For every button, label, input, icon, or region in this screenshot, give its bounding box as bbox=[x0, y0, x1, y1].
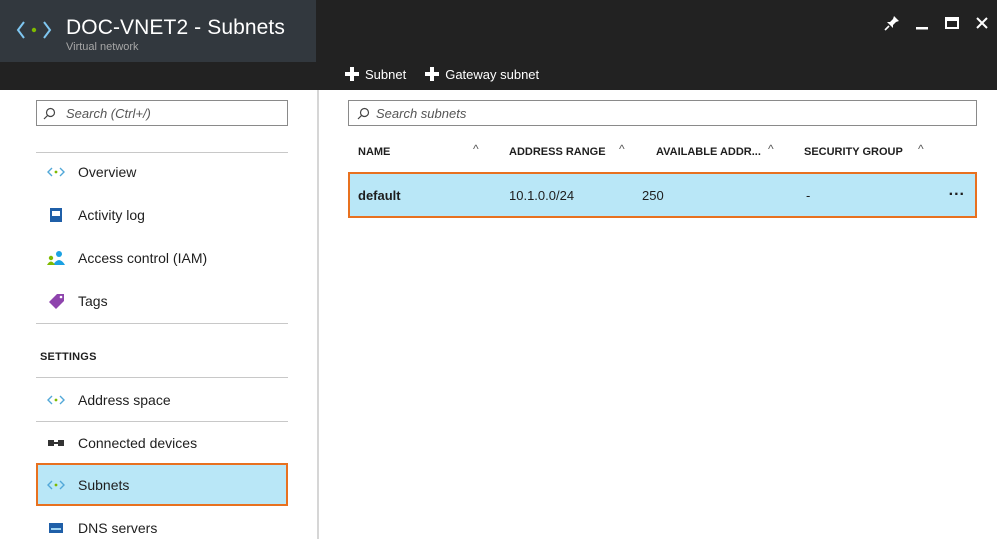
pin-icon[interactable] bbox=[877, 10, 907, 36]
vnet-icon bbox=[46, 390, 66, 410]
window-controls bbox=[877, 10, 997, 36]
add-subnet-button[interactable]: Subnet bbox=[344, 66, 406, 82]
sidebar-item-label: Tags bbox=[78, 293, 108, 309]
maximize-icon[interactable] bbox=[937, 10, 967, 36]
blade-header: DOC-VNET2 - Subnets Virtual network Subn… bbox=[0, 0, 997, 90]
search-icon bbox=[43, 107, 56, 119]
sidebar-item-connected-devices[interactable]: Connected devices bbox=[36, 423, 288, 463]
page-subtitle: Virtual network bbox=[66, 41, 139, 53]
subnets-panel: Search subnets NAME ^ ADDRESS RANGE ^ AV… bbox=[320, 90, 997, 539]
sidebar-item-overview[interactable]: Overview bbox=[36, 152, 288, 192]
settings-section-label: SETTINGS bbox=[40, 351, 97, 363]
sidebar-item-dns-servers[interactable]: DNS servers bbox=[36, 508, 288, 539]
menu-search-input[interactable]: Search (Ctrl+/) bbox=[36, 100, 288, 126]
sort-icon[interactable]: ^ bbox=[918, 142, 924, 156]
column-header-address-range[interactable]: ADDRESS RANGE bbox=[509, 146, 606, 158]
sidebar-item-label: Activity log bbox=[78, 207, 145, 223]
add-subnet-label: Subnet bbox=[365, 66, 407, 82]
sidebar-item-label: Address space bbox=[78, 392, 171, 408]
panel-divider bbox=[317, 90, 319, 539]
sidebar-item-address-space[interactable]: Address space bbox=[36, 380, 288, 420]
sidebar-item-label: Subnets bbox=[78, 476, 130, 493]
subnet-search-input[interactable]: Search subnets bbox=[348, 100, 977, 126]
column-header-security-group[interactable]: SECURITY GROUP bbox=[804, 146, 903, 158]
vnet-icon bbox=[46, 162, 66, 182]
sort-icon[interactable]: ^ bbox=[473, 142, 479, 156]
more-options-button[interactable]: ... bbox=[949, 182, 965, 200]
sidebar-item-tags[interactable]: Tags bbox=[36, 281, 288, 321]
command-bar: Subnet Gateway subnet bbox=[344, 62, 557, 86]
divider bbox=[36, 323, 288, 324]
sidebar-item-label: Connected devices bbox=[78, 435, 198, 451]
subnet-name: default bbox=[358, 188, 401, 203]
sidebar-item-label: Overview bbox=[78, 164, 137, 180]
sidebar-item-label: Access control (IAM) bbox=[78, 250, 208, 266]
add-gateway-subnet-button[interactable]: Gateway subnet bbox=[424, 66, 539, 82]
plus-icon bbox=[345, 67, 359, 81]
table-row[interactable]: default 10.1.0.0/24 250 - ... bbox=[348, 172, 977, 218]
search-icon bbox=[357, 107, 370, 119]
dns-icon bbox=[46, 518, 66, 538]
close-icon[interactable] bbox=[967, 10, 997, 36]
minimize-icon[interactable] bbox=[907, 10, 937, 36]
sidebar-item-label: DNS servers bbox=[78, 520, 158, 536]
page-title: DOC-VNET2 - Subnets bbox=[66, 16, 285, 39]
divider bbox=[36, 377, 288, 378]
add-gateway-subnet-label: Gateway subnet bbox=[445, 66, 540, 82]
sort-icon[interactable]: ^ bbox=[619, 142, 625, 156]
column-header-available[interactable]: AVAILABLE ADDR... bbox=[656, 146, 761, 158]
subnet-available-addresses: 250 bbox=[642, 188, 664, 203]
menu-search-placeholder: Search (Ctrl+/) bbox=[66, 105, 151, 121]
subnet-search-placeholder: Search subnets bbox=[376, 105, 467, 121]
sidebar-item-access-control[interactable]: Access control (IAM) bbox=[36, 238, 288, 278]
column-header-name[interactable]: NAME bbox=[358, 146, 390, 158]
sort-icon[interactable]: ^ bbox=[768, 142, 774, 156]
resource-menu: Search (Ctrl+/) Overview Activity log Ac… bbox=[0, 90, 316, 539]
subnet-address-range: 10.1.0.0/24 bbox=[509, 188, 575, 203]
tag-icon bbox=[46, 291, 66, 311]
devices-icon bbox=[46, 433, 66, 453]
subnet-security-group: - bbox=[806, 188, 811, 203]
blade-title-area: DOC-VNET2 - Subnets Virtual network bbox=[0, 0, 316, 62]
sidebar-item-subnets[interactable]: Subnets bbox=[36, 463, 288, 506]
sidebar-item-activity-log[interactable]: Activity log bbox=[36, 195, 288, 235]
activity-log-icon bbox=[46, 205, 66, 225]
vnet-icon bbox=[46, 475, 66, 495]
plus-icon bbox=[425, 67, 440, 81]
divider bbox=[36, 421, 288, 422]
users-icon bbox=[46, 248, 66, 268]
vnet-icon bbox=[16, 21, 52, 39]
